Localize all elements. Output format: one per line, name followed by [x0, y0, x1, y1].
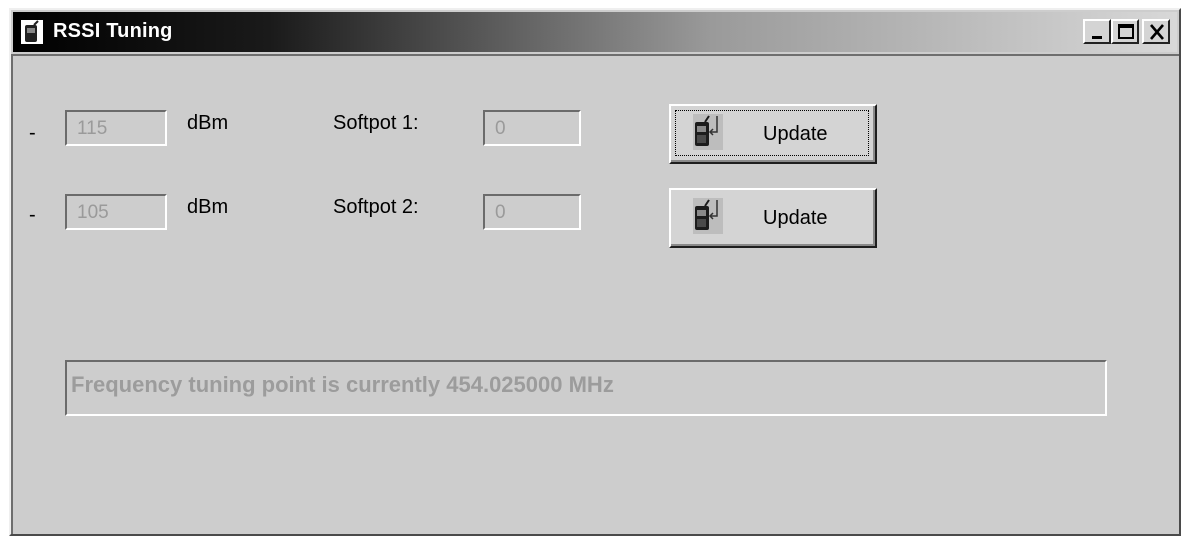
close-icon	[1150, 24, 1164, 40]
radio-update-icon	[693, 198, 723, 234]
radio-update-icon	[693, 114, 723, 150]
softpot-2-label: Softpot 2:	[333, 196, 419, 218]
title-bar[interactable]: RSSI Tuning	[13, 12, 1177, 52]
maximize-icon	[1118, 24, 1134, 39]
frequency-status-field: Frequency tuning point is currently 454.…	[65, 360, 1107, 416]
level-2-sign: -	[29, 204, 36, 226]
level-1-sign: -	[29, 122, 36, 144]
update-button-2[interactable]: Update	[669, 188, 877, 248]
maximize-button[interactable]	[1111, 19, 1139, 44]
update-button-2-label: Update	[763, 207, 828, 229]
radio-icon	[21, 20, 43, 44]
rssi-tuning-window: RSSI Tuning - 115 dBm Softpot 1: 0 Updat…	[9, 8, 1181, 536]
level-1-unit: dBm	[187, 112, 229, 134]
client-area: - 115 dBm Softpot 1: 0 Update - 105 dBm …	[11, 54, 1179, 534]
level-2-field[interactable]: 105	[65, 194, 167, 230]
window-title: RSSI Tuning	[53, 20, 173, 42]
softpot-2-field[interactable]: 0	[483, 194, 581, 230]
update-button-1-label: Update	[763, 123, 828, 145]
minimize-icon	[1092, 36, 1102, 39]
softpot-1-field[interactable]: 0	[483, 110, 581, 146]
update-button-1[interactable]: Update	[669, 104, 877, 164]
level-1-field[interactable]: 115	[65, 110, 167, 146]
softpot-1-label: Softpot 1:	[333, 112, 419, 134]
minimize-button[interactable]	[1083, 19, 1111, 44]
level-2-unit: dBm	[187, 196, 229, 218]
close-button[interactable]	[1142, 19, 1170, 44]
frequency-status-text: Frequency tuning point is currently 454.…	[71, 372, 614, 397]
